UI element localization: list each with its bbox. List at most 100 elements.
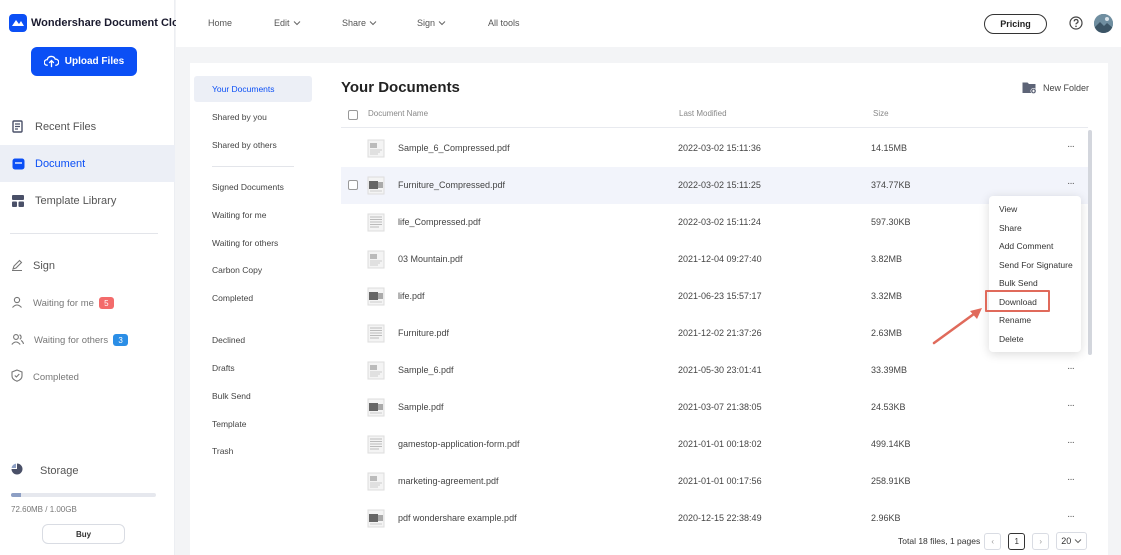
document-name[interactable]: marketing-agreement.pdf xyxy=(398,476,499,486)
column-header-size[interactable]: Size xyxy=(873,109,889,118)
folder-declined[interactable]: Declined xyxy=(194,327,312,353)
sidebar-item-waiting-for-me[interactable]: Waiting for me 5 xyxy=(0,292,175,314)
row-checkbox[interactable] xyxy=(348,180,358,190)
document-name[interactable]: life.pdf xyxy=(398,291,425,301)
document-size: 374.77KB xyxy=(871,180,911,190)
document-name[interactable]: gamestop-application-form.pdf xyxy=(398,439,520,449)
shield-check-icon xyxy=(11,369,23,385)
table-row[interactable]: Furniture.pdf 2021-12-02 21:37:26 2.63MB xyxy=(341,315,1088,352)
document-size: 2.96KB xyxy=(871,513,901,523)
topnav-edit[interactable]: Edit xyxy=(274,18,301,28)
pagination-summary: Total 18 files, 1 pages xyxy=(898,536,981,546)
brand-name: Wondershare Document Cloud xyxy=(31,17,193,29)
document-name[interactable]: Sample_6_Compressed.pdf xyxy=(398,143,510,153)
document-size: 2.63MB xyxy=(871,328,903,338)
column-header-last-modified[interactable]: Last Modified xyxy=(679,109,727,118)
topnav-sign[interactable]: Sign xyxy=(417,18,446,28)
folder-signed-documents[interactable]: Signed Documents xyxy=(194,174,312,200)
folder-waiting-for-me[interactable]: Waiting for me xyxy=(194,202,312,228)
menu-item-view[interactable]: View xyxy=(999,204,1017,214)
next-page-button[interactable]: › xyxy=(1032,532,1050,550)
folder-completed[interactable]: Completed xyxy=(194,285,312,311)
folder-carbon-copy[interactable]: Carbon Copy xyxy=(194,257,312,283)
sidebar-item-label: Recent Files xyxy=(35,120,97,133)
folder-your-documents[interactable]: Your Documents xyxy=(194,76,312,102)
menu-item-bulk-send[interactable]: Bulk Send xyxy=(999,278,1038,288)
help-icon[interactable] xyxy=(1069,16,1083,30)
folder-drafts[interactable]: Drafts xyxy=(194,355,312,381)
page-button-current[interactable]: 1 xyxy=(1008,532,1026,550)
document-size: 3.32MB xyxy=(871,291,903,301)
table-row[interactable]: marketing-agreement.pdf 2021-01-01 00:17… xyxy=(341,463,1088,500)
sidebar-item-completed[interactable]: Completed xyxy=(0,366,175,388)
brand-logo-icon xyxy=(9,14,27,32)
menu-item-share[interactable]: Share xyxy=(999,223,1022,233)
folder-shared-by-others[interactable]: Shared by others xyxy=(194,132,312,158)
column-header-name[interactable]: Document Name xyxy=(368,109,428,118)
page-title: Your Documents xyxy=(341,79,460,96)
folder-bulk-send[interactable]: Bulk Send xyxy=(194,383,312,409)
folder-trash[interactable]: Trash xyxy=(194,438,312,464)
table-row[interactable]: Furniture_Compressed.pdf 2022-03-02 15:1… xyxy=(341,167,1088,204)
menu-item-download[interactable]: Download xyxy=(999,297,1037,307)
table-row[interactable]: Sample.pdf 2021-03-07 21:38:05 24.53KB ·… xyxy=(341,389,1088,426)
document-name[interactable]: Sample_6.pdf xyxy=(398,365,454,375)
storage-section: Storage xyxy=(11,463,79,478)
new-folder-label: New Folder xyxy=(1043,82,1090,93)
table-row[interactable]: life_Compressed.pdf 2022-03-02 15:11:24 … xyxy=(341,204,1088,241)
document-name[interactable]: life_Compressed.pdf xyxy=(398,217,481,227)
row-more-button[interactable]: ··· xyxy=(1067,400,1075,411)
row-more-button[interactable]: ··· xyxy=(1067,437,1075,448)
sidebar-item-waiting-for-others[interactable]: Waiting for others 3 xyxy=(0,329,175,351)
new-folder-button[interactable]: New Folder xyxy=(1022,81,1089,94)
prev-page-button[interactable]: ‹ xyxy=(984,532,1002,550)
topnav-share[interactable]: Share xyxy=(342,18,377,28)
row-more-button[interactable]: ··· xyxy=(1067,141,1075,152)
template-library-icon xyxy=(11,194,25,208)
sidebar-item-label: Template Library xyxy=(35,194,117,207)
topnav-share-label: Share xyxy=(342,18,367,28)
table-row[interactable]: life.pdf 2021-06-23 15:57:17 3.32MB xyxy=(341,278,1088,315)
document-name[interactable]: Furniture_Compressed.pdf xyxy=(398,180,505,190)
folder-template[interactable]: Template xyxy=(194,411,312,437)
topnav-all-tools[interactable]: All tools xyxy=(488,18,520,28)
sidebar-item-template-library[interactable]: Template Library xyxy=(0,182,175,219)
document-name[interactable]: Sample.pdf xyxy=(398,402,444,412)
page-size-select[interactable]: 20 xyxy=(1056,532,1088,550)
sidebar-item-label: Waiting for others xyxy=(34,334,109,346)
document-name[interactable]: Furniture.pdf xyxy=(398,328,449,338)
topnav-home[interactable]: Home xyxy=(208,18,232,28)
avatar[interactable] xyxy=(1094,14,1113,33)
table-row[interactable]: Sample_6_Compressed.pdf 2022-03-02 15:11… xyxy=(341,130,1088,167)
document-modified: 2021-01-01 00:18:02 xyxy=(678,439,762,449)
menu-item-delete[interactable]: Delete xyxy=(999,334,1024,344)
document-name[interactable]: 03 Mountain.pdf xyxy=(398,254,463,264)
row-more-button[interactable]: ··· xyxy=(1067,178,1075,189)
buy-storage-button[interactable]: Buy xyxy=(42,524,125,544)
upload-files-label: Upload Files xyxy=(64,56,125,67)
menu-item-add-comment[interactable]: Add Comment xyxy=(999,241,1053,251)
table-row[interactable]: Sample_6.pdf 2021-05-30 23:01:41 33.39MB… xyxy=(341,352,1088,389)
table-row[interactable]: gamestop-application-form.pdf 2021-01-01… xyxy=(341,426,1088,463)
pricing-button[interactable]: Pricing xyxy=(984,14,1047,34)
row-more-button[interactable]: ··· xyxy=(1067,363,1075,374)
scrollbar[interactable] xyxy=(1088,130,1092,355)
row-more-button[interactable]: ··· xyxy=(1067,511,1075,522)
select-all-checkbox[interactable] xyxy=(348,110,358,120)
row-more-button[interactable]: ··· xyxy=(1067,474,1075,485)
avatar-image-icon xyxy=(1094,14,1113,33)
brand[interactable]: Wondershare Document Cloud xyxy=(9,14,192,32)
upload-files-button[interactable]: Upload Files xyxy=(31,47,137,76)
folder-shared-by-you[interactable]: Shared by you xyxy=(194,104,312,130)
menu-item-send-for-signature[interactable]: Send For Signature xyxy=(999,260,1073,270)
sidebar-item-document[interactable]: Document xyxy=(0,145,175,182)
folder-waiting-for-others[interactable]: Waiting for others xyxy=(194,230,312,256)
document-modified: 2021-12-04 09:27:40 xyxy=(678,254,762,264)
page-size-value: 20 xyxy=(1061,536,1072,546)
sidebar-item-sign[interactable]: Sign xyxy=(0,255,175,277)
menu-item-rename[interactable]: Rename xyxy=(999,315,1031,325)
table-row[interactable]: 03 Mountain.pdf 2021-12-04 09:27:40 3.82… xyxy=(341,241,1088,278)
document-name[interactable]: pdf wondershare example.pdf xyxy=(398,513,517,523)
sidebar-item-recent-files[interactable]: Recent Files xyxy=(0,108,175,145)
storage-progress-fill xyxy=(11,493,22,497)
